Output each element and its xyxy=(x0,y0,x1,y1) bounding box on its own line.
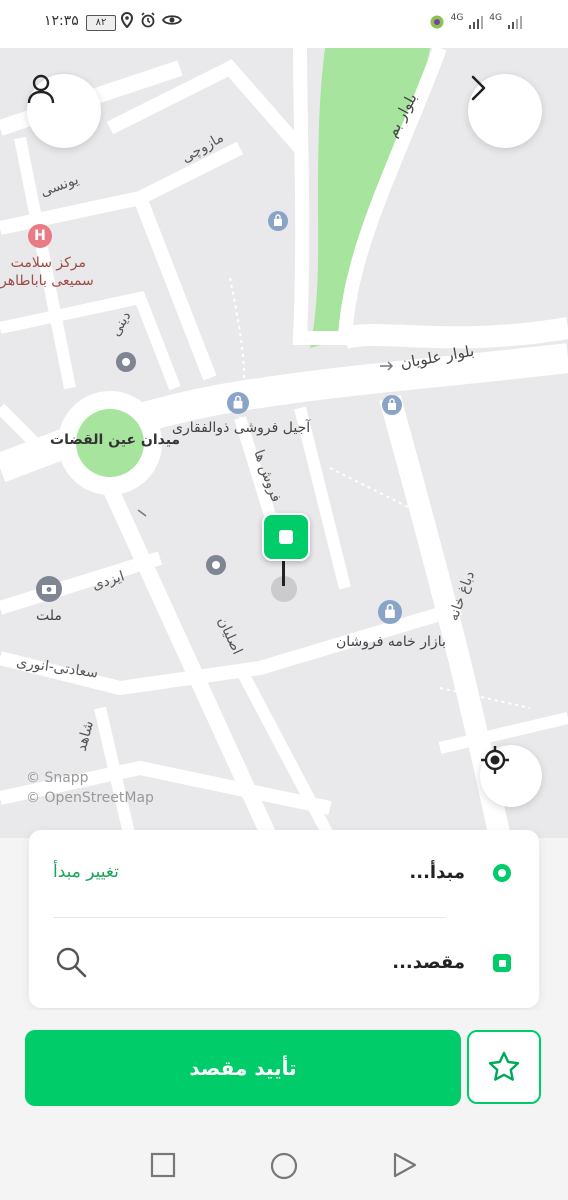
route-card: مبدأ... تغییر مبدأ مقصد... xyxy=(29,830,539,1008)
screen: ۱۲:۳۵ ۸۲ 4G 4G بلوار بم بلوار علویان ماز… xyxy=(0,0,568,1200)
destination-row[interactable]: مقصد... xyxy=(29,920,539,1008)
status-bar: ۱۲:۳۵ ۸۲ 4G 4G xyxy=(0,0,568,48)
hospital-marker[interactable]: H xyxy=(28,224,52,248)
user-icon xyxy=(27,74,55,104)
status-right-icons: 4G 4G xyxy=(429,13,522,30)
change-origin-link[interactable]: تغییر مبدأ xyxy=(53,862,119,882)
shop-marker-icon[interactable] xyxy=(382,395,402,415)
hospital-label: مرکز سلامت سمیعی باباطاهر xyxy=(0,254,94,290)
shop-marker-icon[interactable] xyxy=(227,392,249,414)
crosshair-icon xyxy=(481,746,509,774)
network-type-2: 4G xyxy=(489,13,502,23)
network-type-1: 4G xyxy=(450,13,464,23)
credit-snapp: © Snapp xyxy=(26,770,89,786)
destination-label: مقصد... xyxy=(392,952,465,973)
square-label: میدان عین القضات xyxy=(50,432,181,448)
place-marker-icon[interactable] xyxy=(116,352,136,372)
alarm-icon xyxy=(141,12,155,28)
confirm-destination-button[interactable]: تأیید مقصد xyxy=(25,1030,461,1106)
profile-button[interactable] xyxy=(27,74,101,148)
shop-marker-icon[interactable] xyxy=(378,600,402,624)
credit-osm: © OpenStreetMap xyxy=(26,790,154,806)
shop-marker-icon[interactable] xyxy=(268,211,288,231)
origin-label: مبدأ... xyxy=(409,862,465,883)
app-notification-icon xyxy=(430,15,444,29)
star-icon xyxy=(488,1051,520,1081)
recents-icon[interactable] xyxy=(150,1152,176,1178)
status-time: ۱۲:۳۵ xyxy=(44,13,79,29)
signal-icon-1 xyxy=(469,16,484,29)
status-icons xyxy=(120,12,182,28)
hospital-icon: H xyxy=(34,228,46,244)
home-icon[interactable] xyxy=(270,1152,298,1180)
hospital-label-line1: مرکز سلامت xyxy=(10,255,86,271)
bank-marker-icon[interactable] xyxy=(36,576,62,602)
search-icon[interactable] xyxy=(53,944,89,980)
pin-square-icon xyxy=(279,530,293,544)
ajil-shop-label: آجیل فروشی ذوالفقاری xyxy=(172,420,311,436)
hospital-label-line2: سمیعی باباطاهر xyxy=(0,273,94,289)
battery-indicator: ۸۲ xyxy=(86,15,116,31)
origin-dot-icon xyxy=(493,864,511,882)
destination-square-icon xyxy=(493,954,511,972)
bank-label: ملت xyxy=(36,608,62,624)
destination-pin[interactable] xyxy=(262,513,310,561)
location-icon xyxy=(120,12,134,28)
back-triangle-icon[interactable] xyxy=(392,1152,418,1178)
origin-row[interactable]: مبدأ... تغییر مبدأ xyxy=(29,830,539,918)
bazaar-label: بازار خامه فروشان xyxy=(336,634,446,650)
eye-icon xyxy=(162,15,182,25)
place-marker-icon[interactable] xyxy=(206,555,226,575)
chevron-right-icon xyxy=(471,75,486,101)
pin-stick xyxy=(282,560,285,586)
map-view[interactable]: بلوار بم بلوار علویان مازوچی یونسی دینی … xyxy=(0,48,568,838)
my-location-button[interactable] xyxy=(480,745,542,807)
back-button[interactable] xyxy=(468,74,542,148)
system-nav-bar xyxy=(0,1130,568,1200)
favorites-button[interactable] xyxy=(467,1030,541,1104)
signal-icon-2 xyxy=(508,16,522,29)
card-divider xyxy=(53,917,445,918)
